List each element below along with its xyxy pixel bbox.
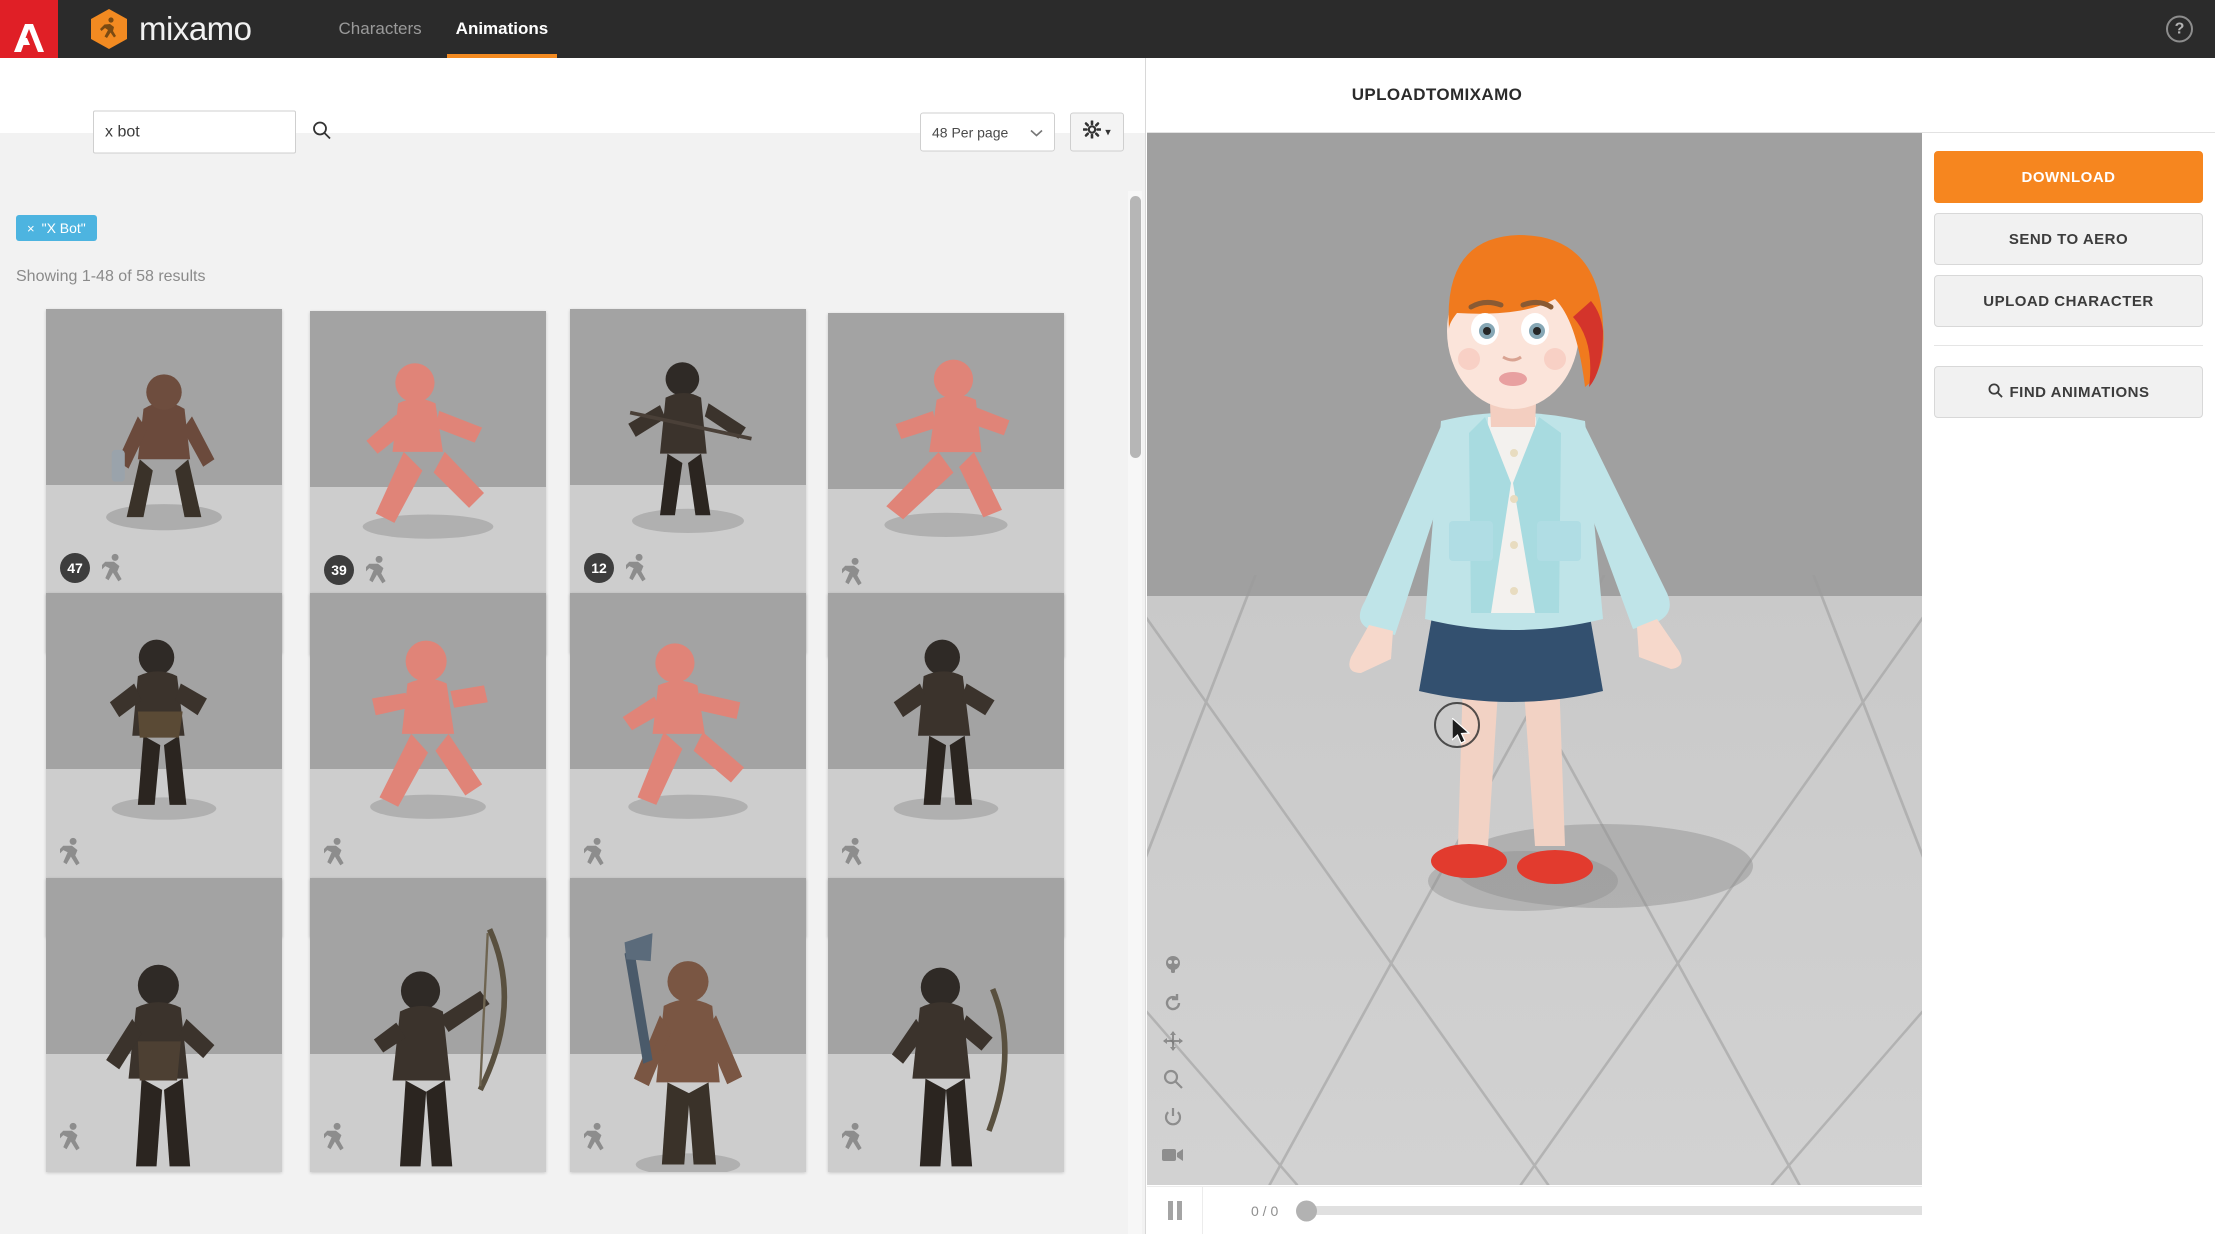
mixamo-app: mixamo Characters Animations ? 48 Per pa… (0, 0, 2215, 1234)
adobe-logo[interactable] (0, 0, 58, 58)
animation-thumbnail[interactable]: 39 (310, 311, 546, 605)
brand-name: mixamo (139, 10, 252, 48)
runner-icon (60, 1122, 84, 1152)
animation-thumbnail[interactable]: 12 (570, 309, 806, 603)
runner-icon (366, 555, 390, 585)
animation-thumbnail[interactable] (828, 878, 1064, 1172)
animation-thumbnail[interactable] (310, 878, 546, 1172)
animation-count-badge: 47 (60, 553, 90, 583)
runner-icon (584, 1122, 608, 1152)
runner-icon (584, 837, 608, 867)
animation-card[interactable] (570, 878, 806, 1172)
pause-bar-right (1177, 1201, 1182, 1220)
animation-thumbnail[interactable]: 47 (46, 309, 282, 603)
upload-character-button[interactable]: UPLOAD CHARACTER (1934, 275, 2203, 327)
help-icon[interactable]: ? (2166, 16, 2193, 43)
runner-icon (626, 553, 650, 583)
runner-icon (324, 1122, 348, 1152)
action-sidebar: DOWNLOAD SEND TO AERO UPLOAD CHARACTER F… (1922, 133, 2215, 1234)
chip-label: "X Bot" (42, 220, 86, 236)
search-icon (1988, 383, 2003, 402)
animation-card[interactable] (310, 878, 546, 1172)
reset-rotate-icon[interactable] (1161, 991, 1185, 1015)
nav-tabs: Characters Animations (322, 0, 566, 58)
animation-thumbnail[interactable] (46, 878, 282, 1172)
power-icon[interactable] (1161, 1105, 1185, 1129)
animation-thumbnail[interactable] (46, 593, 282, 887)
results-summary: Showing 1-48 of 58 results (16, 268, 205, 286)
mixamo-brand[interactable]: mixamo (90, 8, 252, 50)
runner-icon (842, 557, 866, 587)
zoom-icon[interactable] (1161, 1067, 1185, 1091)
animation-card[interactable] (46, 878, 282, 1172)
send-to-aero-button[interactable]: SEND TO AERO (1934, 213, 2203, 265)
adobe-a-icon (14, 24, 44, 52)
video-camera-icon[interactable] (1161, 1143, 1185, 1167)
panel-scrollbar-thumb[interactable] (1130, 196, 1141, 458)
animation-thumbnail[interactable] (828, 313, 1064, 607)
top-navigation-bar: mixamo Characters Animations ? (0, 0, 2215, 58)
animation-card[interactable] (828, 878, 1064, 1172)
skeleton-icon[interactable] (1161, 953, 1185, 977)
character-name-title: UPLOADTOMIXAMO (1352, 85, 1523, 105)
runner-icon (842, 1122, 866, 1152)
animation-thumbnail[interactable] (570, 593, 806, 887)
pause-bar-left (1168, 1201, 1173, 1220)
viewport-tools (1161, 953, 1185, 1167)
character-3d-viewport[interactable] (1147, 133, 1922, 1185)
animation-thumbnail[interactable] (310, 593, 546, 887)
viewer-header: UPLOADTOMIXAMO (1147, 58, 2215, 133)
runner-icon (102, 553, 126, 583)
panel-divider (1145, 58, 1146, 1234)
animation-thumbnail[interactable] (828, 593, 1064, 887)
mouse-cursor (1452, 718, 1474, 748)
animation-card-grid: 47Pro Melee Axe Pack39Capoeira Pack12Lon… (0, 313, 1146, 1234)
pan-move-icon[interactable] (1161, 1029, 1185, 1053)
animation-count-badge: 12 (584, 553, 614, 583)
download-button[interactable]: DOWNLOAD (1934, 151, 2203, 203)
nav-tab-animations[interactable]: Animations (439, 0, 566, 58)
find-animations-label: FIND ANIMATIONS (2010, 384, 2150, 401)
sidebar-divider (1934, 345, 2203, 346)
nav-tab-characters[interactable]: Characters (322, 0, 439, 58)
runner-icon (842, 837, 866, 867)
animation-browser-panel: 48 Per page (0, 58, 1146, 1234)
animation-count-badge: 39 (324, 555, 354, 585)
animation-thumbnail[interactable] (570, 878, 806, 1172)
runner-icon (60, 837, 84, 867)
chip-remove-icon[interactable]: × (27, 221, 35, 236)
runner-icon (324, 837, 348, 867)
pause-button[interactable] (1147, 1187, 1203, 1234)
frame-counter: 0 / 0 (1251, 1203, 1278, 1219)
mixamo-hex-icon (90, 8, 128, 50)
filter-area: × "X Bot" Showing 1-48 of 58 results (0, 133, 1146, 241)
filter-chip-xbot[interactable]: × "X Bot" (16, 215, 97, 241)
character-3d-model[interactable] (1273, 221, 1753, 961)
timeline-slider-handle[interactable] (1296, 1200, 1317, 1221)
find-animations-button[interactable]: FIND ANIMATIONS (1934, 366, 2203, 418)
